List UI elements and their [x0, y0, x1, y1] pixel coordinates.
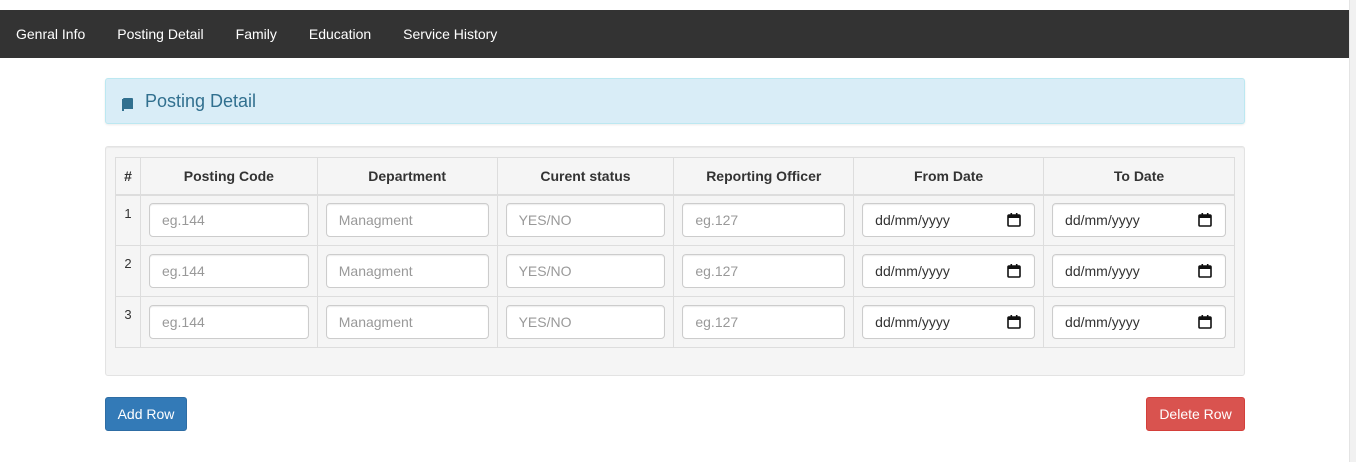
- to-date-placeholder: dd/mm/yyyy: [1065, 212, 1140, 229]
- to-date-placeholder: dd/mm/yyyy: [1065, 263, 1140, 279]
- calendar-icon[interactable]: [1006, 314, 1022, 330]
- nav-item-service-history[interactable]: Service History: [387, 10, 513, 58]
- add-row-button[interactable]: Add Row: [105, 397, 187, 431]
- table-row: 1 dd/mm/yyyy: [115, 194, 1235, 246]
- col-header-reporting-officer: Reporting Officer: [673, 157, 855, 196]
- row-number: 1: [115, 194, 141, 246]
- status-input[interactable]: [505, 305, 666, 339]
- to-date-input[interactable]: dd/mm/yyyy: [1052, 254, 1226, 288]
- calendar-icon[interactable]: [1197, 314, 1213, 330]
- reporting-officer-input[interactable]: [682, 203, 846, 238]
- to-date-placeholder: dd/mm/yyyy: [1065, 314, 1140, 330]
- from-date-placeholder: dd/mm/yyyy: [875, 263, 950, 279]
- panel-title: Posting Detail: [145, 90, 257, 111]
- from-date-input[interactable]: dd/mm/yyyy: [862, 254, 1036, 288]
- reporting-officer-input[interactable]: [682, 305, 846, 339]
- col-header-status: Curent status: [496, 157, 675, 196]
- nav-item-posting-detail[interactable]: Posting Detail: [101, 10, 219, 58]
- calendar-icon[interactable]: [1197, 263, 1213, 279]
- page: Genral Info Posting Detail Family Educat…: [0, 0, 1349, 462]
- table-header-row: # Posting Code Department Curent status …: [115, 157, 1235, 196]
- book-icon: [122, 95, 133, 111]
- col-header-to-date: To Date: [1043, 157, 1235, 196]
- col-header-from-date: From Date: [853, 157, 1045, 196]
- nav-item-family[interactable]: Family: [220, 10, 293, 58]
- reporting-officer-input[interactable]: [682, 254, 846, 288]
- col-header-posting-code: Posting Code: [139, 157, 318, 196]
- from-date-placeholder: dd/mm/yyyy: [875, 212, 950, 229]
- nav-item-education[interactable]: Education: [293, 10, 387, 58]
- calendar-icon[interactable]: [1197, 212, 1213, 228]
- table-row: 2 dd/mm/yyyy: [115, 245, 1235, 297]
- row-number: 3: [115, 296, 141, 348]
- posting-code-input[interactable]: [148, 254, 309, 288]
- table-row: 3 dd/mm/yyyy: [115, 296, 1235, 348]
- status-input[interactable]: [505, 254, 666, 288]
- top-navbar: Genral Info Posting Detail Family Educat…: [0, 10, 1349, 58]
- posting-table: # Posting Code Department Curent status …: [115, 157, 1235, 348]
- department-input[interactable]: [325, 305, 489, 339]
- vertical-scrollbar[interactable]: [1349, 0, 1356, 462]
- status-input[interactable]: [505, 203, 666, 238]
- posting-code-input[interactable]: [148, 203, 309, 238]
- delete-row-button[interactable]: Delete Row: [1146, 397, 1245, 431]
- from-date-placeholder: dd/mm/yyyy: [875, 314, 950, 330]
- to-date-input[interactable]: dd/mm/yyyy: [1052, 203, 1226, 238]
- col-header-num: #: [115, 157, 141, 196]
- posting-code-input[interactable]: [148, 305, 309, 339]
- nav-item-genral-info[interactable]: Genral Info: [0, 10, 101, 58]
- calendar-icon[interactable]: [1006, 263, 1022, 279]
- row-number: 2: [115, 245, 141, 297]
- panel-heading: Posting Detail: [105, 78, 1245, 124]
- department-input[interactable]: [325, 254, 489, 288]
- to-date-input[interactable]: dd/mm/yyyy: [1052, 305, 1226, 339]
- department-input[interactable]: [325, 203, 489, 238]
- col-header-department: Department: [316, 157, 498, 196]
- calendar-icon[interactable]: [1006, 212, 1022, 228]
- from-date-input[interactable]: dd/mm/yyyy: [862, 305, 1036, 339]
- top-spacer: [0, 0, 1349, 10]
- posting-table-well: # Posting Code Department Curent status …: [105, 146, 1245, 376]
- from-date-input[interactable]: dd/mm/yyyy: [862, 203, 1036, 238]
